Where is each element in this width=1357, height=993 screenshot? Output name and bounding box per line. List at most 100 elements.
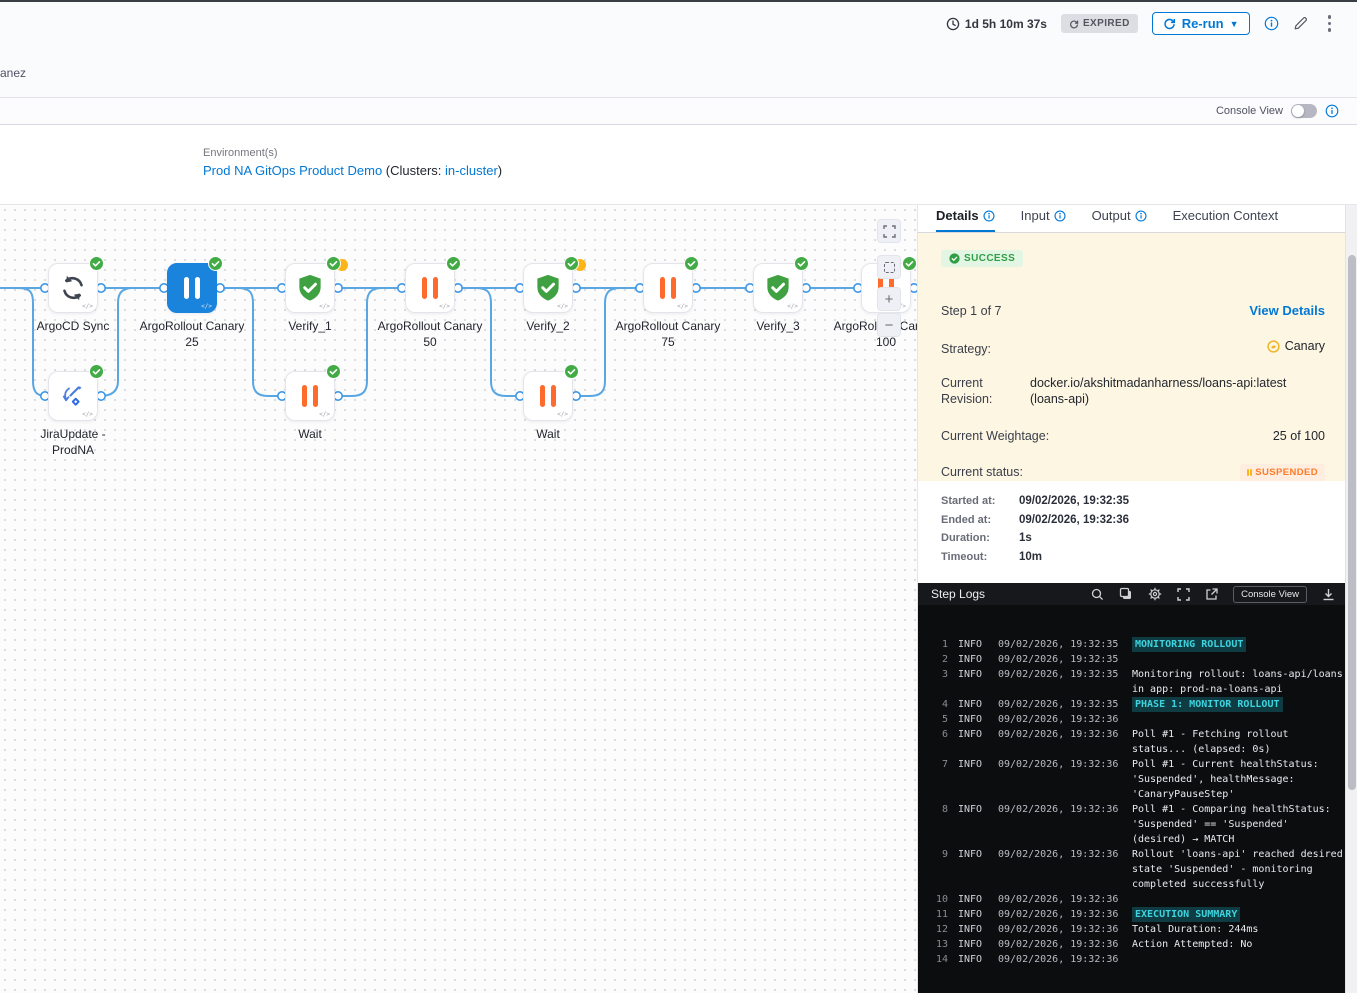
plus-icon: + bbox=[885, 291, 894, 308]
settings-gear-icon[interactable] bbox=[1148, 587, 1162, 601]
tab-input[interactable]: Input bbox=[1021, 208, 1066, 232]
log-timestamp: 09/02/2026, 19:32:36 bbox=[998, 757, 1122, 802]
log-lines[interactable]: 1 INFO 09/02/2026, 19:32:35 MONITORING R… bbox=[918, 605, 1345, 993]
pipeline-step-node[interactable]: </> ArgoRollout Canary 50 bbox=[405, 263, 455, 313]
console-view-toggle[interactable] bbox=[1291, 104, 1317, 118]
log-line-number: 4 bbox=[931, 697, 948, 712]
log-line: 1 INFO 09/02/2026, 19:32:35 MONITORING R… bbox=[931, 637, 1345, 652]
environment-link[interactable]: Prod NA GitOps Product Demo bbox=[203, 163, 382, 178]
pipeline-step-node[interactable]: </> Verify_3 bbox=[753, 263, 803, 313]
log-message: EXECUTION SUMMARY bbox=[1132, 907, 1240, 922]
fullscreen-canvas-button[interactable] bbox=[877, 219, 901, 243]
log-line: 7 INFO 09/02/2026, 19:32:36 Poll #1 - Cu… bbox=[931, 757, 1345, 802]
pause-icon bbox=[1247, 469, 1253, 476]
step-logs-header: Step Logs Console View bbox=[918, 583, 1345, 605]
duration-value: 1s bbox=[1019, 532, 1345, 544]
log-level: INFO bbox=[958, 922, 988, 937]
edit-pencil-icon[interactable] bbox=[1293, 16, 1308, 31]
pause-icon bbox=[184, 277, 200, 299]
log-timestamp: 09/02/2026, 19:32:36 bbox=[998, 727, 1122, 757]
ended-at-label: Ended at: bbox=[941, 514, 1019, 526]
info-icon[interactable] bbox=[1054, 210, 1066, 222]
verify-shield-icon bbox=[295, 273, 325, 303]
step-status-badge bbox=[89, 256, 104, 276]
log-level: INFO bbox=[958, 667, 988, 697]
step-status-badge bbox=[794, 256, 809, 276]
info-icon[interactable] bbox=[983, 210, 995, 222]
console-view-label: Console View bbox=[1216, 105, 1283, 117]
pipeline-step-node[interactable]: </> Verify_1 bbox=[285, 263, 335, 313]
log-message bbox=[1132, 712, 1344, 727]
execution-duration: 1d 5h 10m 37s bbox=[946, 17, 1047, 31]
environment-band: Environment(s) Prod NA GitOps Product De… bbox=[0, 125, 1357, 205]
re-run-icon bbox=[1163, 17, 1176, 30]
pause-icon bbox=[302, 385, 318, 407]
pipeline-step-node[interactable]: </> Wait bbox=[285, 371, 335, 421]
refresh-icon bbox=[1069, 19, 1079, 29]
pipeline-step-node[interactable]: </> ArgoCD Sync bbox=[48, 263, 98, 313]
log-line-number: 11 bbox=[931, 907, 948, 922]
log-message: Rollout 'loans-api' reached desired stat… bbox=[1132, 847, 1344, 892]
log-timestamp: 09/02/2026, 19:32:36 bbox=[998, 802, 1122, 847]
log-timestamp: 09/02/2026, 19:32:35 bbox=[998, 667, 1122, 697]
view-details-link[interactable]: View Details bbox=[1249, 303, 1325, 318]
log-timestamp: 09/02/2026, 19:32:36 bbox=[998, 937, 1122, 952]
download-icon[interactable] bbox=[1322, 588, 1335, 601]
log-line-number: 13 bbox=[931, 937, 948, 952]
step-status-badge bbox=[208, 256, 223, 276]
pipeline-step-node[interactable]: </> ArgoRollout Canary 75 bbox=[643, 263, 693, 313]
copy-icon[interactable] bbox=[1119, 587, 1133, 601]
log-line-number: 8 bbox=[931, 802, 948, 847]
pipeline-step-node[interactable]: </> Wait bbox=[523, 371, 573, 421]
tab-details[interactable]: Details bbox=[936, 208, 995, 232]
started-at-value: 09/02/2026, 19:32:35 bbox=[1019, 495, 1345, 507]
re-run-button[interactable]: Re-run ▼ bbox=[1152, 12, 1250, 35]
scrollbar-track[interactable] bbox=[1345, 205, 1357, 993]
expired-badge: EXPIRED bbox=[1061, 14, 1138, 33]
log-line: 14 INFO 09/02/2026, 19:32:36 bbox=[931, 952, 1345, 967]
conditional-execution-icon: </> bbox=[82, 303, 93, 310]
step-node-label: Wait bbox=[255, 427, 365, 443]
info-icon[interactable] bbox=[1264, 16, 1279, 31]
fullscreen-icon[interactable] bbox=[1177, 588, 1190, 601]
pipeline-step-node[interactable]: </> Verify_2 bbox=[523, 263, 573, 313]
log-timestamp: 09/02/2026, 19:32:35 bbox=[998, 697, 1122, 712]
log-message bbox=[1132, 652, 1344, 667]
step-status-badge bbox=[326, 256, 341, 276]
zoom-out-button[interactable]: − bbox=[877, 313, 901, 337]
zoom-in-button[interactable]: + bbox=[877, 287, 901, 311]
console-view-button[interactable]: Console View bbox=[1233, 586, 1307, 603]
conditional-execution-icon: </> bbox=[557, 411, 568, 418]
info-icon[interactable] bbox=[1135, 210, 1147, 222]
search-icon[interactable] bbox=[1091, 588, 1104, 601]
log-level: INFO bbox=[958, 802, 988, 847]
revision-value: docker.io/akshitmadanharness/loans-api:l… bbox=[1030, 375, 1325, 409]
success-check-badge-icon bbox=[902, 256, 917, 271]
scrollbar-thumb[interactable] bbox=[1348, 255, 1356, 790]
step-status-badge bbox=[89, 364, 104, 384]
success-check-badge-icon bbox=[564, 256, 579, 271]
log-message: Poll #1 - Current healthStatus: 'Suspend… bbox=[1132, 757, 1344, 802]
success-check-icon bbox=[949, 253, 960, 264]
log-message: Total Duration: 244ms bbox=[1132, 922, 1344, 937]
open-in-new-icon[interactable] bbox=[1205, 588, 1218, 601]
tab-execution-context[interactable]: Execution Context bbox=[1173, 208, 1279, 232]
fit-to-screen-button[interactable] bbox=[877, 255, 901, 279]
log-level: INFO bbox=[958, 697, 988, 712]
conditional-execution-icon: </> bbox=[787, 303, 798, 310]
environment-label: Environment(s) bbox=[203, 147, 278, 159]
log-line: 11 INFO 09/02/2026, 19:32:36 EXECUTION S… bbox=[931, 907, 1345, 922]
pipeline-step-node[interactable]: </> ArgoRollout Canary 25 bbox=[167, 263, 217, 313]
step-node-label: Verify_2 bbox=[493, 319, 603, 335]
info-icon[interactable] bbox=[1325, 104, 1339, 118]
pipeline-step-node[interactable]: </> JiraUpdate - ProdNA bbox=[48, 371, 98, 421]
success-check-badge-icon bbox=[326, 256, 341, 271]
cluster-link[interactable]: in-cluster bbox=[445, 163, 498, 178]
more-options-menu-icon[interactable] bbox=[1322, 13, 1338, 34]
view-toolbar: Console View bbox=[0, 97, 1357, 125]
log-line: 3 INFO 09/02/2026, 19:32:35 Monitoring r… bbox=[931, 667, 1345, 697]
log-level: INFO bbox=[958, 937, 988, 952]
step-node-label: Verify_3 bbox=[723, 319, 833, 335]
tab-output[interactable]: Output bbox=[1092, 208, 1147, 232]
log-line-number: 1 bbox=[931, 637, 948, 652]
